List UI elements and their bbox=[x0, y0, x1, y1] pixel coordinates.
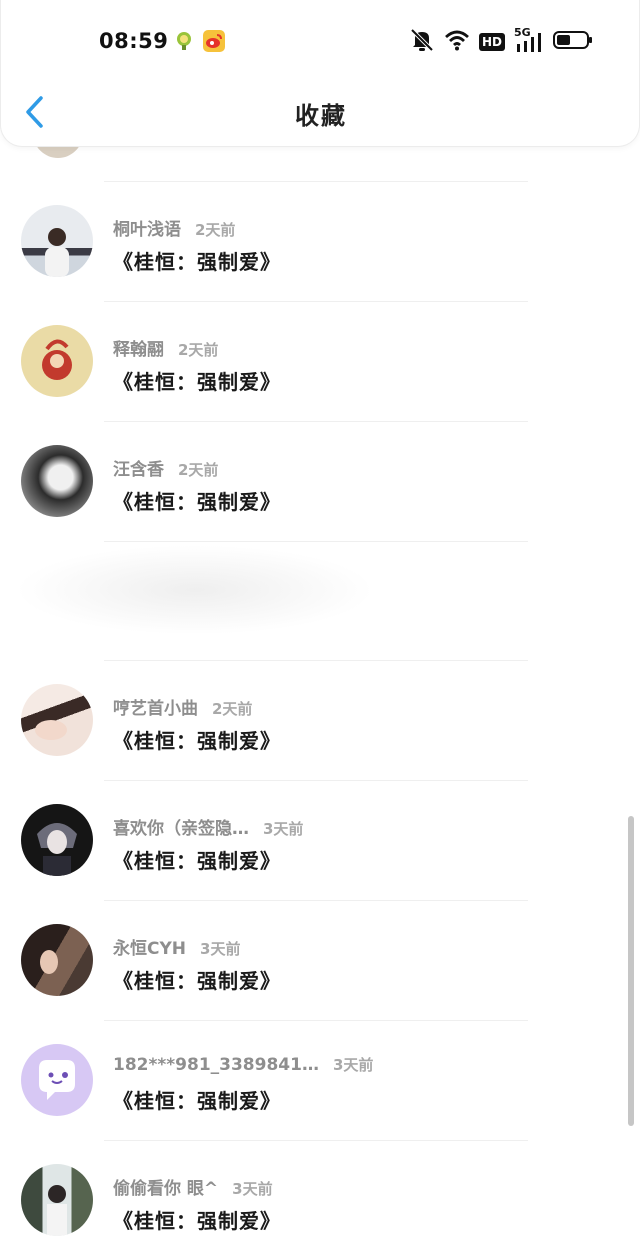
clock: 08:59 bbox=[99, 29, 169, 53]
timestamp: 2天前 bbox=[195, 221, 236, 239]
username[interactable]: 182***981_3389841… bbox=[113, 1055, 319, 1075]
favorites-list: 桐叶浅语 2天前 《桂恒：强制爱》 释翰翮 2天前 《桂恒：强制爱》 汪含香 2天前 … bbox=[0, 0, 640, 1257]
list-item[interactable]: 偷偷看你 眼^ 3天前 《桂恒：强制爱》 bbox=[0, 1140, 640, 1260]
avatar[interactable] bbox=[21, 804, 93, 876]
list-item[interactable]: 哼艺首小曲 2天前 《桂恒：强制爱》 bbox=[0, 660, 640, 780]
timestamp: 3天前 bbox=[332, 1056, 374, 1074]
avatar[interactable] bbox=[21, 924, 93, 996]
default-avatar-icon[interactable] bbox=[21, 1044, 93, 1116]
work-title[interactable]: 《桂恒：强制爱》 bbox=[113, 1085, 281, 1114]
timestamp: 2天前 bbox=[178, 461, 219, 479]
wifi-icon bbox=[444, 29, 470, 55]
avatar[interactable] bbox=[21, 205, 93, 277]
list-item[interactable]: 永恒CYH 3天前 《桂恒：强制爱》 bbox=[0, 900, 640, 1020]
work-title[interactable]: 《桂恒：强制爱》 bbox=[113, 246, 281, 275]
user-meta: 哼艺首小曲 2天前 bbox=[113, 694, 252, 719]
list-item[interactable]: 释翰翮 2天前 《桂恒：强制爱》 bbox=[0, 301, 640, 421]
avatar[interactable] bbox=[21, 1164, 93, 1236]
list-item[interactable]: 182***981_3389841… 3天前 《桂恒：强制爱》 bbox=[0, 1020, 640, 1140]
username[interactable]: 汪含香 bbox=[113, 460, 164, 480]
work-title[interactable]: 《桂恒：强制爱》 bbox=[113, 366, 281, 395]
hd-icon: HD bbox=[478, 33, 505, 51]
timestamp: 2天前 bbox=[212, 700, 253, 718]
mute-icon bbox=[409, 28, 435, 56]
username[interactable]: 桐叶浅语 bbox=[113, 220, 181, 240]
username[interactable]: 释翰翮 bbox=[113, 340, 164, 360]
top-bar: 08:59 HD 5G 收藏 bbox=[0, 0, 640, 147]
user-meta: 释翰翮 2天前 bbox=[113, 335, 218, 360]
system-icons: HD 5G bbox=[409, 26, 593, 56]
divider bbox=[104, 541, 528, 542]
user-meta: 182***981_3389841… 3天前 bbox=[113, 1054, 373, 1075]
signal-icon: 5G bbox=[514, 26, 544, 54]
user-meta: 桐叶浅语 2天前 bbox=[113, 215, 235, 240]
username[interactable]: 哼艺首小曲 bbox=[113, 699, 198, 719]
timestamp: 3天前 bbox=[200, 940, 241, 958]
timestamp: 2天前 bbox=[178, 341, 219, 359]
work-title[interactable]: 《桂恒：强制爱》 bbox=[113, 845, 281, 874]
username[interactable]: 偷偷看你 眼^ bbox=[113, 1179, 218, 1199]
app-notification-icon bbox=[173, 30, 195, 52]
avatar[interactable] bbox=[21, 325, 93, 397]
status-bar: 08:59 HD 5G bbox=[1, 0, 639, 80]
timestamp: 3天前 bbox=[263, 820, 304, 838]
avatar[interactable] bbox=[21, 445, 93, 517]
user-meta: 偷偷看你 眼^ 3天前 bbox=[113, 1174, 273, 1199]
weibo-icon bbox=[203, 30, 225, 52]
username[interactable]: 喜欢你（亲签隐… bbox=[113, 819, 249, 839]
user-meta: 汪含香 2天前 bbox=[113, 455, 218, 480]
work-title[interactable]: 《桂恒：强制爱》 bbox=[113, 1205, 281, 1234]
avatar[interactable] bbox=[21, 684, 93, 756]
work-title[interactable]: 《桂恒：强制爱》 bbox=[113, 965, 281, 994]
user-meta: 喜欢你（亲签隐… 3天前 bbox=[113, 814, 303, 839]
battery-icon bbox=[553, 29, 593, 55]
username[interactable]: 永恒CYH bbox=[113, 939, 186, 959]
list-item[interactable]: 桐叶浅语 2天前 《桂恒：强制爱》 bbox=[0, 181, 640, 301]
page-title: 收藏 bbox=[295, 102, 347, 130]
work-title[interactable]: 《桂恒：强制爱》 bbox=[113, 725, 281, 754]
blurred-placeholder bbox=[15, 545, 375, 635]
user-meta: 永恒CYH 3天前 bbox=[113, 934, 240, 959]
work-title[interactable]: 《桂恒：强制爱》 bbox=[113, 486, 281, 515]
timestamp: 3天前 bbox=[232, 1180, 273, 1198]
list-item[interactable]: 喜欢你（亲签隐… 3天前 《桂恒：强制爱》 bbox=[0, 780, 640, 900]
list-item[interactable]: 汪含香 2天前 《桂恒：强制爱》 bbox=[0, 421, 640, 541]
scrollbar[interactable] bbox=[628, 816, 634, 1126]
